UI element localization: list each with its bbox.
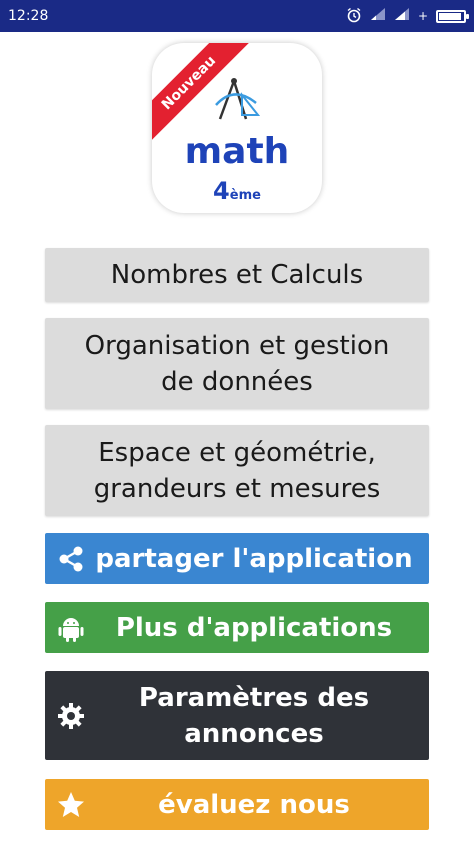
alarm-icon [346,7,362,26]
button-label: Paramètres des annonces [138,682,370,749]
button-label: Organisation et gestion de données [84,330,390,397]
share-app-button[interactable]: partager l'application [45,533,429,584]
star-icon [55,789,87,821]
button-label: Espace et géométrie, grandeurs et mesure… [93,437,381,504]
more-apps-button[interactable]: Plus d'applications [45,602,429,653]
app-logo: Nouveau math 4ème [152,43,322,213]
signal-icon [394,7,410,25]
android-icon [55,612,87,644]
button-label: partager l'application [95,543,413,574]
button-label: Plus d'applications [115,612,393,643]
status-time: 12:28 [8,8,49,24]
ads-settings-button[interactable]: Paramètres des annonces [45,671,429,760]
organisation-donnees-button[interactable]: Organisation et gestion de données [45,318,429,409]
rate-us-button[interactable]: évaluez nous [45,779,429,830]
compass-icon [215,78,261,120]
status-bar: 12:28 + [0,0,474,32]
button-label: Nombres et Calculs [110,260,364,290]
button-label: évaluez nous [158,789,350,820]
espace-geometrie-button[interactable]: Espace et géométrie, grandeurs et mesure… [45,425,429,516]
nombres-calculs-button[interactable]: Nombres et Calculs [45,248,429,302]
logo-level: 4ème [213,177,261,205]
status-icons: + [346,7,469,26]
signal-icon [370,7,386,25]
charging-icon: + [417,9,428,23]
logo-title: math [184,131,290,172]
battery-icon [436,9,469,23]
share-icon [55,543,87,575]
gear-icon [55,700,87,732]
